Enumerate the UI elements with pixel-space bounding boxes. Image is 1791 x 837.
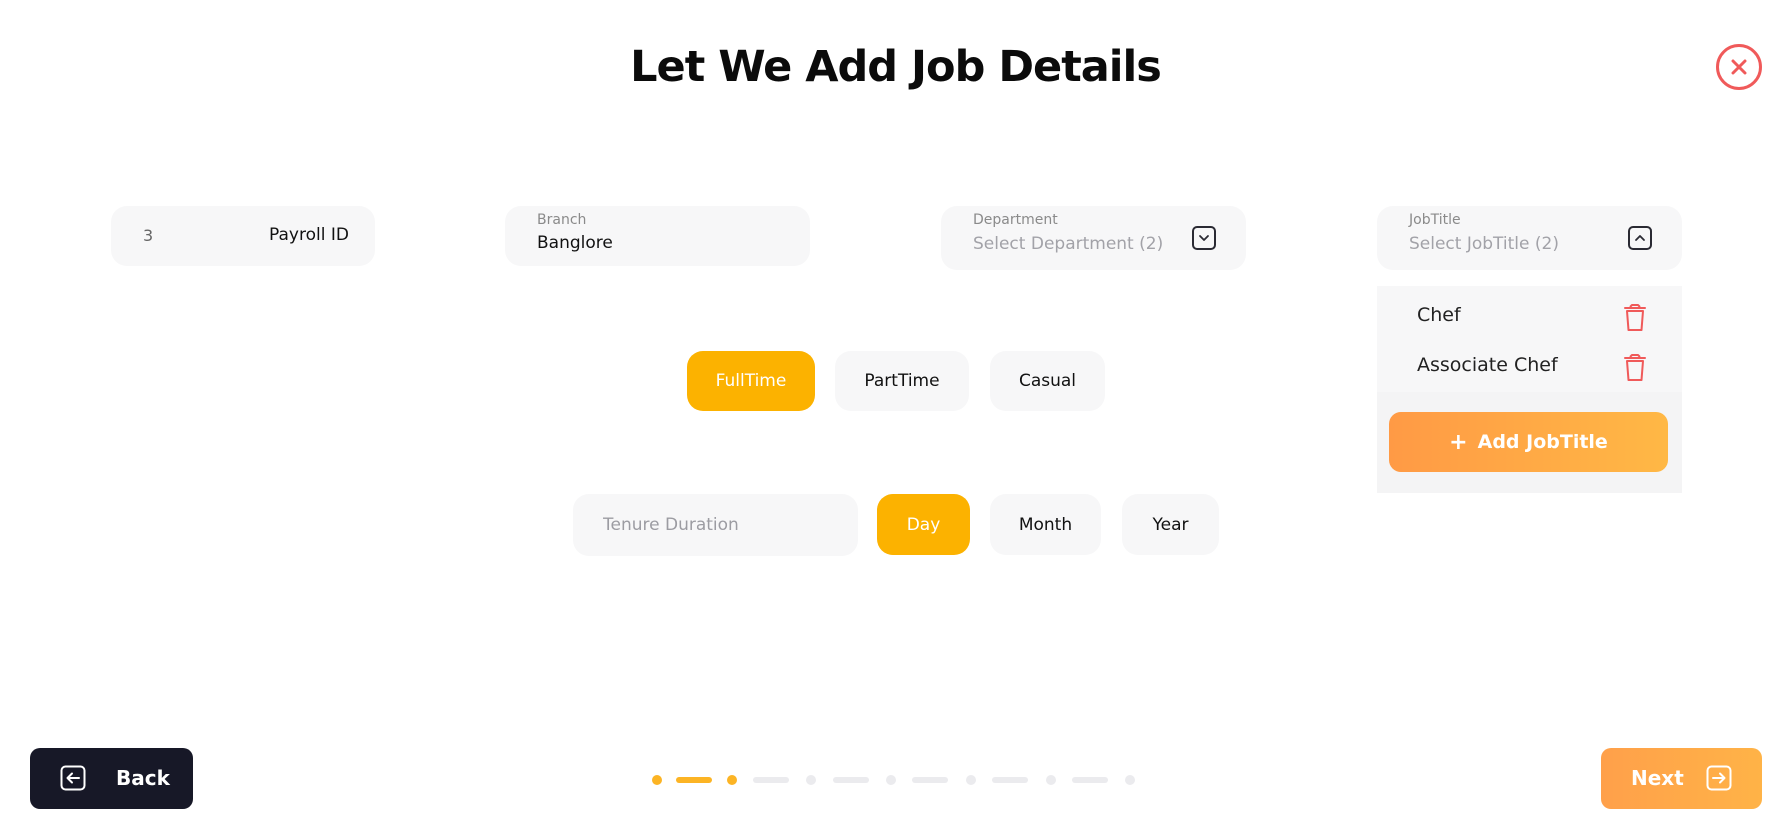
step-dash bbox=[753, 777, 789, 783]
department-placeholder: Select Department (2) bbox=[973, 234, 1164, 254]
job-title-option-chef[interactable]: Chef bbox=[1377, 295, 1682, 339]
employment-type-parttime[interactable]: PartTime bbox=[835, 351, 969, 411]
step-dot bbox=[1046, 775, 1056, 785]
tenure-duration-input[interactable] bbox=[573, 494, 858, 556]
job-title-option-associate-chef[interactable]: Associate Chef bbox=[1377, 345, 1682, 389]
progress-stepper bbox=[652, 773, 1142, 787]
add-job-title-label: Add JobTitle bbox=[1477, 431, 1608, 453]
branch-field[interactable]: Branch Banglore bbox=[505, 206, 810, 266]
step-dash bbox=[833, 777, 869, 783]
step-dot bbox=[652, 775, 662, 785]
step-dash bbox=[1072, 777, 1108, 783]
job-title-option-label: Associate Chef bbox=[1417, 354, 1558, 376]
plus-icon: + bbox=[1449, 429, 1468, 455]
job-title-select[interactable]: JobTitle Select JobTitle (2) bbox=[1377, 206, 1682, 270]
close-button[interactable] bbox=[1716, 44, 1762, 90]
chevron-down-icon[interactable] bbox=[1192, 226, 1216, 250]
chevron-up-icon[interactable] bbox=[1628, 226, 1652, 250]
back-label: Back bbox=[116, 766, 170, 790]
next-button[interactable]: Next bbox=[1601, 748, 1762, 809]
step-dot bbox=[1125, 775, 1135, 785]
department-select[interactable]: Department Select Department (2) bbox=[941, 206, 1246, 270]
next-label: Next bbox=[1631, 766, 1684, 790]
tenure-unit-month[interactable]: Month bbox=[990, 494, 1101, 555]
tenure-unit-year[interactable]: Year bbox=[1122, 494, 1219, 555]
payroll-id-label: Payroll ID bbox=[269, 225, 349, 245]
step-dash bbox=[676, 777, 712, 783]
department-label: Department bbox=[973, 212, 1058, 228]
trash-icon[interactable] bbox=[1623, 354, 1647, 382]
payroll-id-value: 3 bbox=[143, 226, 154, 245]
step-dot bbox=[806, 775, 816, 785]
job-title-label: JobTitle bbox=[1409, 212, 1461, 228]
step-dot bbox=[727, 775, 737, 785]
branch-value: Banglore bbox=[537, 233, 613, 253]
branch-label: Branch bbox=[537, 212, 587, 228]
arrow-right-icon bbox=[1706, 765, 1732, 791]
job-title-placeholder: Select JobTitle (2) bbox=[1409, 234, 1559, 254]
job-title-option-label: Chef bbox=[1417, 304, 1461, 326]
add-job-title-button[interactable]: + Add JobTitle bbox=[1389, 412, 1668, 472]
page-title: Let We Add Job Details bbox=[630, 42, 1162, 92]
employment-type-fulltime[interactable]: FullTime bbox=[687, 351, 815, 411]
step-dash bbox=[912, 777, 948, 783]
payroll-id-field[interactable]: 3 Payroll ID bbox=[111, 206, 375, 266]
arrow-left-icon bbox=[60, 765, 86, 791]
job-title-dropdown: Chef Associate Chef + Add JobTitle bbox=[1377, 286, 1682, 493]
close-icon bbox=[1731, 59, 1747, 75]
employment-type-casual[interactable]: Casual bbox=[990, 351, 1105, 411]
step-dot bbox=[966, 775, 976, 785]
job-title-list: Chef Associate Chef bbox=[1377, 286, 1682, 392]
tenure-unit-day[interactable]: Day bbox=[877, 494, 970, 555]
step-dot bbox=[886, 775, 896, 785]
back-button[interactable]: Back bbox=[30, 748, 193, 809]
trash-icon[interactable] bbox=[1623, 304, 1647, 332]
step-dash bbox=[992, 777, 1028, 783]
